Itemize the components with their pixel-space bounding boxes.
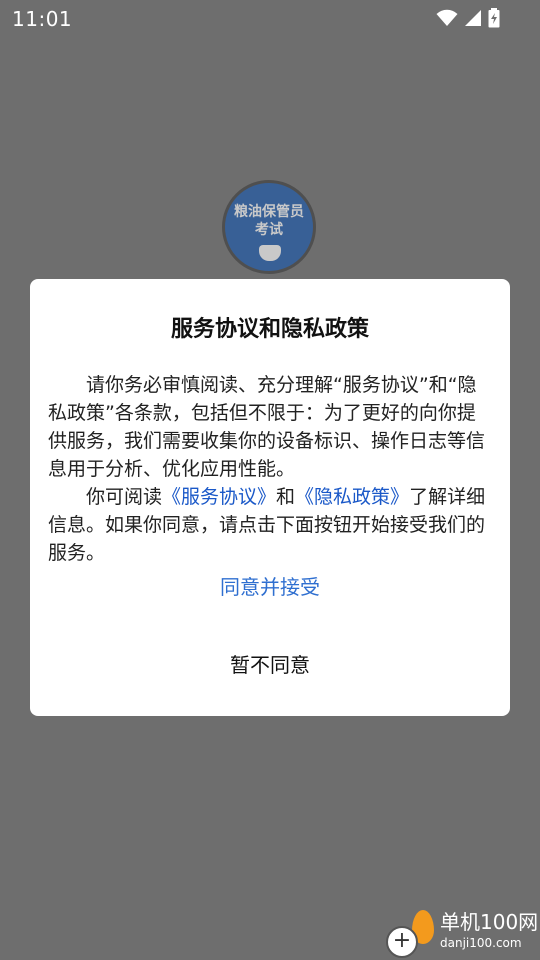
cellular-signal-icon [465,10,481,26]
dialog-paragraph-2: 你可阅读《服务协议》和《隐私政策》了解详细信息。如果你同意，请点击下面按钮开始接… [48,483,492,567]
app-logo-line2: 考试 [255,222,283,238]
status-bar: 11:01 [0,0,540,36]
battery-charging-icon [488,8,500,28]
watermark-title: 单机100网 [440,910,539,934]
decline-button[interactable]: 暂不同意 [30,643,510,687]
privacy-dialog: 服务协议和隐私政策 请你务必审慎阅读、充分理解“服务协议”和“隐私政策”各条款，… [30,279,510,716]
watermark: + 单机100网 danji100.com [384,902,538,958]
status-icons [436,8,500,28]
dialog-paragraph-1: 请你务必审慎阅读、充分理解“服务协议”和“隐私政策”各条款，包括但不限于：为了更… [48,374,486,480]
agree-button[interactable]: 同意并接受 [30,565,510,609]
privacy-policy-link[interactable]: 《隐私政策》 [295,486,409,508]
app-logo-badge-icon [259,245,281,261]
app-logo-line1: 粮油保管员 [234,204,304,220]
dialog-title: 服务协议和隐私政策 [170,317,369,342]
status-time: 11:01 [12,7,73,31]
app-logo: 粮油保管员 考试 [222,180,316,274]
paragraph-2-prefix: 你可阅读 [86,486,163,508]
wifi-icon [436,9,458,26]
plus-icon: + [386,926,418,958]
dialog-body: 请你务必审慎阅读、充分理解“服务协议”和“隐私政策”各条款，包括但不限于：为了更… [48,371,492,567]
service-agreement-link[interactable]: 《服务协议》 [162,486,276,508]
watermark-url: danji100.com [440,936,522,950]
paragraph-2-and: 和 [276,486,296,508]
